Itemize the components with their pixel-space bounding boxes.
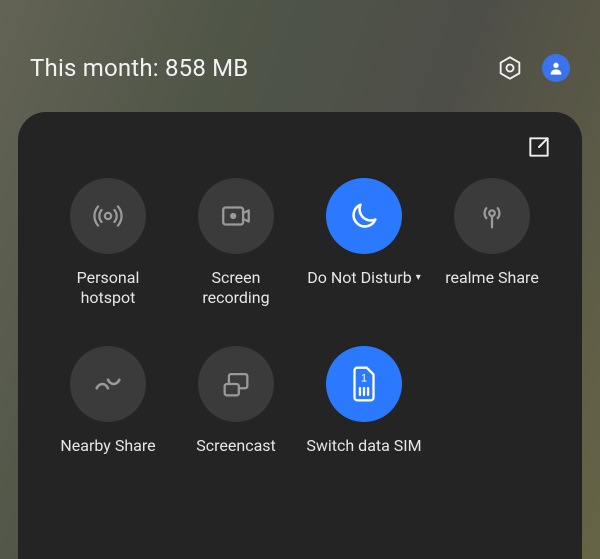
tile-circle (198, 346, 274, 422)
tile-label: Switch data SIM (306, 436, 421, 456)
tiles-grid: Personal hotspot Screen recording (44, 178, 556, 456)
tile-realme-share[interactable]: realme Share (428, 178, 556, 308)
status-bar: This month: 858 MB (0, 54, 600, 82)
tile-circle (326, 178, 402, 254)
screen-record-icon (219, 199, 253, 233)
tile-circle (454, 178, 530, 254)
data-usage-text[interactable]: This month: 858 MB (30, 54, 496, 82)
tile-switch-data-sim[interactable]: 1 Switch data SIM (300, 346, 428, 456)
tile-label: Nearby Share (60, 436, 155, 456)
sim-icon: 1 (347, 365, 381, 403)
tile-label[interactable]: Do Not Disturb ▾ (307, 268, 420, 288)
tile-circle: 1 (326, 346, 402, 422)
tile-do-not-disturb[interactable]: Do Not Disturb ▾ (300, 178, 428, 308)
svg-text:1: 1 (361, 372, 367, 384)
tile-circle (70, 178, 146, 254)
tile-circle (198, 178, 274, 254)
edit-icon[interactable] (526, 134, 552, 160)
nearby-icon (91, 367, 125, 401)
profile-icon[interactable] (542, 54, 570, 82)
tile-nearby-share[interactable]: Nearby Share (44, 346, 172, 456)
tile-label: Screencast (196, 436, 276, 456)
moon-icon (347, 199, 381, 233)
tile-label: Screen recording (176, 268, 296, 308)
cast-icon (219, 367, 253, 401)
quick-settings-panel: Personal hotspot Screen recording (18, 112, 582, 559)
hotspot-icon (91, 199, 125, 233)
tile-screencast[interactable]: Screencast (172, 346, 300, 456)
tile-circle (70, 346, 146, 422)
share-signal-icon (475, 199, 509, 233)
settings-icon[interactable] (496, 54, 524, 82)
tile-personal-hotspot[interactable]: Personal hotspot (44, 178, 172, 308)
chevron-down-icon: ▾ (416, 273, 421, 283)
tile-label: realme Share (445, 268, 539, 288)
tile-screen-recording[interactable]: Screen recording (172, 178, 300, 308)
status-actions (496, 54, 570, 82)
tile-label: Personal hotspot (48, 268, 168, 308)
